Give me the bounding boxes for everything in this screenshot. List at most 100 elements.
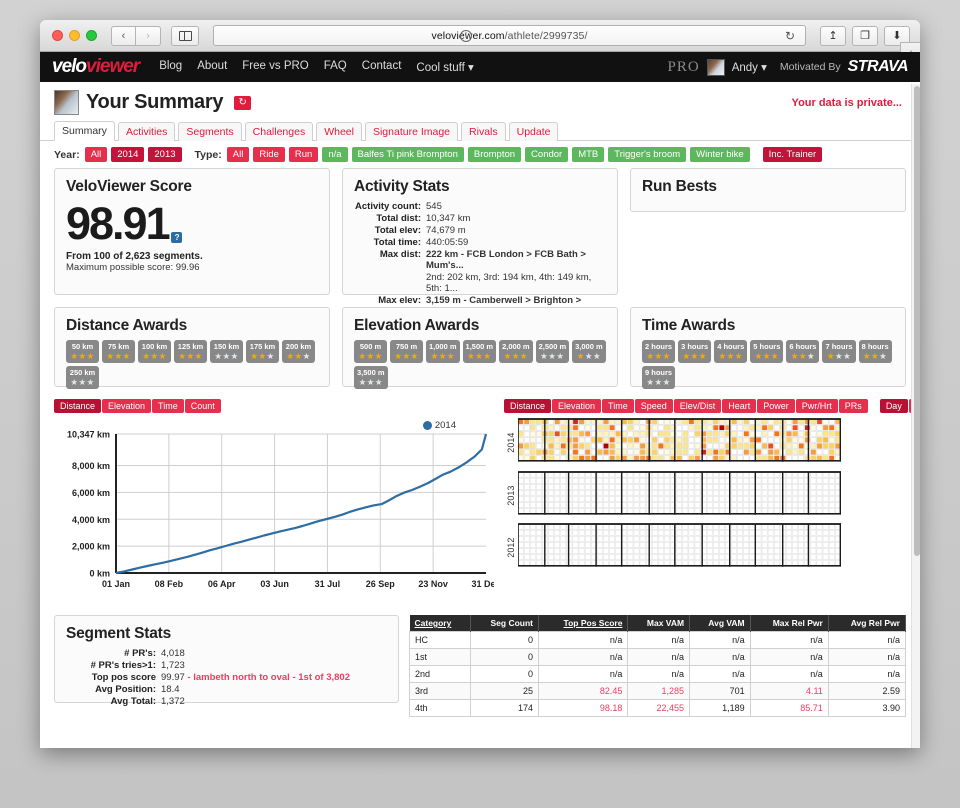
tab-challenges[interactable]: Challenges [244,122,314,141]
elevation-award-badge[interactable]: 750 m ★★★ [390,340,423,363]
tab-signature-image[interactable]: Signature Image [364,122,459,141]
heatmap-button-pwr-hrt[interactable]: Pwr/Hrt [795,399,838,413]
type-chip-all[interactable]: All [226,147,250,162]
address-bar[interactable]: ! veloviewer.com/athlete/2999735/ ↻ [213,25,806,46]
heatmap-year-2014[interactable]: 2014 [504,418,920,468]
refresh-icon[interactable]: ↻ [234,95,252,110]
tab-wheel[interactable]: Wheel [316,122,362,141]
heatmap-grid[interactable] [517,418,842,468]
nav-link-faq[interactable]: FAQ [324,60,347,74]
chart-metric-distance[interactable]: Distance [54,399,102,413]
elevation-award-badge[interactable]: 1,000 m ★★★ [426,340,460,363]
column-header-seg-count[interactable]: Seg Count [470,615,540,632]
distance-award-badge[interactable]: 250 km ★★★ [66,366,99,389]
user-menu[interactable]: Andy ▾ [732,60,767,74]
heatmap-button-elev-dist[interactable]: Elev/Dist [673,399,722,413]
type-chip-ride[interactable]: Ride [253,147,285,162]
column-header-max-rel-pwr[interactable]: Max Rel Pwr [750,615,829,632]
year-chip-2014[interactable]: 2014 [111,147,145,162]
distance-award-badge[interactable]: 150 km ★★★ [210,340,243,363]
tab-summary[interactable]: Summary [54,121,115,141]
type-chip-brompton[interactable]: Brompton [467,147,522,162]
strava-logo[interactable]: STRAVA [848,58,909,76]
chart-metric-time[interactable]: Time [152,399,184,413]
distance-award-badge[interactable]: 100 km ★★★ [138,340,171,363]
tabs-overview-icon[interactable]: ❐ [852,25,878,46]
forward-button[interactable]: › [136,25,161,46]
elevation-award-badge[interactable]: 3,000 m ★★★ [572,340,606,363]
veloviewer-logo[interactable]: veloviewer [52,56,140,78]
elevation-award-badge[interactable]: 1,500 m ★★★ [462,340,497,363]
top-pos-score-detail[interactable]: - lambeth north to oval - 1st of 3,802 [185,672,350,683]
chart-metric-elevation[interactable]: Elevation [102,399,152,413]
distance-award-badge[interactable]: 125 km ★★★ [174,340,207,363]
time-award-badge[interactable]: 8 hours ★★★ [858,340,892,363]
maximize-window-button[interactable] [86,30,97,41]
heatmap-button-time[interactable]: Time [602,399,634,413]
column-header-avg-rel-pwr[interactable]: Avg Rel Pwr [828,615,907,632]
elevation-award-badge[interactable]: 3,500 m ★★★ [354,366,388,389]
nav-link-free-vs-pro[interactable]: Free vs PRO [242,60,308,74]
time-award-badge[interactable]: 7 hours ★★★ [822,340,856,363]
reload-icon[interactable]: ↻ [785,29,795,43]
share-icon[interactable]: ↥ [820,25,846,46]
page-scrollbar[interactable] [911,84,920,748]
distance-award-badge[interactable]: 175 km ★★★ [246,340,279,363]
back-button[interactable]: ‹ [111,25,136,46]
elevation-award-badge[interactable]: 2,000 m ★★★ [499,340,533,363]
heatmap-button-speed[interactable]: Speed [634,399,673,413]
site-info-icon[interactable]: ! [460,29,472,42]
column-header-max-vam[interactable]: Max VAM [627,615,691,632]
time-award-badge[interactable]: 9 hours ★★★ [642,366,676,389]
year-chip-2013[interactable]: 2013 [148,147,182,162]
heatmap-grid[interactable] [517,523,842,573]
elevation-award-badge[interactable]: 2,500 m ★★★ [535,340,570,363]
nav-link-about[interactable]: About [197,60,227,74]
time-award-badge[interactable]: 3 hours ★★★ [678,340,712,363]
heatmap-button-day[interactable]: Day [879,399,908,413]
tab-segments[interactable]: Segments [178,122,242,141]
type-chip-condor[interactable]: Condor [525,147,569,162]
tab-activities[interactable]: Activities [117,122,176,141]
time-award-badge[interactable]: 4 hours ★★★ [714,340,748,363]
heatmap-year-2013[interactable]: 2013 [504,470,920,521]
elevation-award-badge[interactable]: 500 m ★★★ [354,340,387,363]
chart-metric-count[interactable]: Count [184,399,221,413]
help-icon[interactable]: ? [170,232,182,243]
column-header-category[interactable]: Category [409,615,471,632]
time-award-badge[interactable]: 6 hours ★★★ [786,340,820,363]
navigation-buttons[interactable]: ‹ › [111,25,161,46]
scrollbar-thumb[interactable] [913,86,920,556]
heatmap-button-elevation[interactable]: Elevation [552,399,602,413]
time-award-badge[interactable]: 5 hours ★★★ [750,340,784,363]
close-window-button[interactable] [52,30,63,41]
type-chip-run[interactable]: Run [288,147,319,162]
distance-award-badge[interactable]: 50 km ★★★ [66,340,99,363]
sidebar-toggle-button[interactable] [171,25,199,46]
column-header-top-pos-score[interactable]: Top Pos Score [538,615,629,632]
heatmap-button-distance[interactable]: Distance [504,399,552,413]
type-chip-mtb[interactable]: MTB [572,147,605,162]
time-award-badge[interactable]: 2 hours ★★★ [642,340,676,363]
stat-value[interactable]: 222 km - FCB London > FCB Bath > Mum's..… [426,249,606,272]
window-controls[interactable] [52,30,97,41]
distance-award-badge[interactable]: 75 km ★★★ [102,340,135,363]
heatmap-button-heart[interactable]: Heart [722,399,757,413]
type-chip-balfes[interactable]: Balfes Ti pink Brompton [351,147,464,162]
distance-award-badge[interactable]: 200 km ★★★ [282,340,315,363]
type-chip-triggers-broom[interactable]: Trigger's broom [608,147,687,162]
nav-link-cool-stuff[interactable]: Cool stuff ▾ [416,60,473,74]
inc-trainer-chip[interactable]: Inc. Trainer [762,147,823,162]
heatmap-button-prs[interactable]: PRs [838,399,868,413]
tab-update[interactable]: Update [508,122,559,141]
tab-rivals[interactable]: Rivals [461,122,506,141]
profile-avatar[interactable] [54,90,79,115]
minimize-window-button[interactable] [69,30,80,41]
avatar[interactable] [706,58,725,76]
heatmap-grid[interactable] [517,470,842,521]
nav-link-blog[interactable]: Blog [159,60,182,74]
heatmap-button-power[interactable]: Power [757,399,795,413]
type-chip-winter-bike[interactable]: Winter bike [690,147,750,162]
heatmap-year-2012[interactable]: 2012 [504,523,920,573]
nav-link-contact[interactable]: Contact [362,60,402,74]
